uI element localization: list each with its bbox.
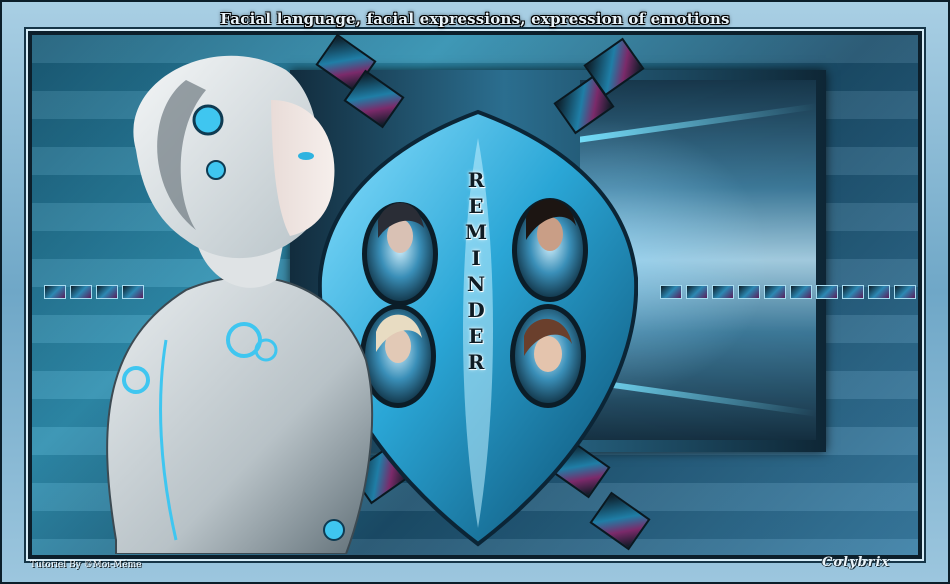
reminder-letter: M [464, 220, 488, 244]
reminder-letter: E [468, 194, 484, 218]
film-strip-right [660, 284, 916, 300]
tutorial-credit: Tutoriel By ©Moi-Même [30, 560, 142, 570]
banner-title: Facial language, facial expressions, exp… [220, 10, 730, 28]
reminder-letter: D [467, 298, 485, 322]
reminder-letter: R [467, 168, 485, 192]
portrait-top-right [512, 198, 588, 302]
reminder-letter: N [466, 272, 486, 296]
reminder-letter: I [471, 246, 481, 270]
artist-signature: Colybrix [822, 555, 891, 570]
portrait-bottom-right [510, 304, 586, 408]
reminder-letter: E [468, 324, 484, 348]
cyborg-woman-figure [106, 55, 374, 554]
reminder-letter: R [467, 350, 485, 374]
reminder-vertical-label: R E M I N D E R [458, 168, 494, 374]
